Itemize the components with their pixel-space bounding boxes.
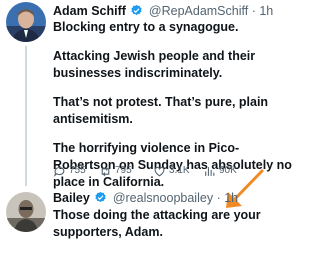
- views-icon: [205, 166, 215, 176]
- tweet-paragraph: Attacking Jewish people and their busine…: [53, 49, 256, 80]
- reply-icon: [53, 166, 65, 177]
- verified-badge-icon: [95, 191, 106, 203]
- repost-count: 795: [115, 165, 132, 176]
- reply-button[interactable]: 755: [53, 162, 86, 180]
- avatar-bailey[interactable]: [6, 192, 46, 232]
- like-button[interactable]: 3.1K: [153, 162, 190, 180]
- tweet-header: Bailey @realsnoopbailey · 1h: [53, 190, 238, 206]
- handle[interactable]: @realsnoopbailey: [113, 191, 213, 205]
- thread-connector-line: [25, 46, 27, 186]
- tweet-body: Those doing the attacking are your suppo…: [53, 207, 293, 253]
- timestamp[interactable]: 1h: [224, 191, 238, 205]
- repost-icon: [101, 166, 110, 176]
- separator-dot: ·: [251, 4, 256, 18]
- timestamp[interactable]: 1h: [259, 4, 273, 18]
- display-name[interactable]: Bailey: [53, 191, 90, 205]
- tweet-header: Adam Schiff @RepAdamSchiff · 1h: [53, 3, 273, 19]
- tweet-paragraph: Blocking entry to a synagogue.: [53, 20, 239, 34]
- handle[interactable]: @RepAdamSchiff: [149, 4, 248, 18]
- tweet-paragraph: That’s not protest. That’s pure, plain a…: [53, 95, 269, 126]
- separator-dot: ·: [216, 191, 221, 205]
- tweet-paragraph: Those doing the attacking are your suppo…: [53, 208, 261, 239]
- repost-button[interactable]: 795: [99, 162, 132, 180]
- verified-badge-icon: [131, 4, 143, 16]
- reply-count: 755: [69, 165, 86, 176]
- display-name[interactable]: Adam Schiff: [53, 4, 126, 18]
- like-count: 3.1K: [169, 165, 190, 176]
- avatar-adam-schiff[interactable]: [6, 2, 46, 42]
- like-icon: [154, 166, 165, 176]
